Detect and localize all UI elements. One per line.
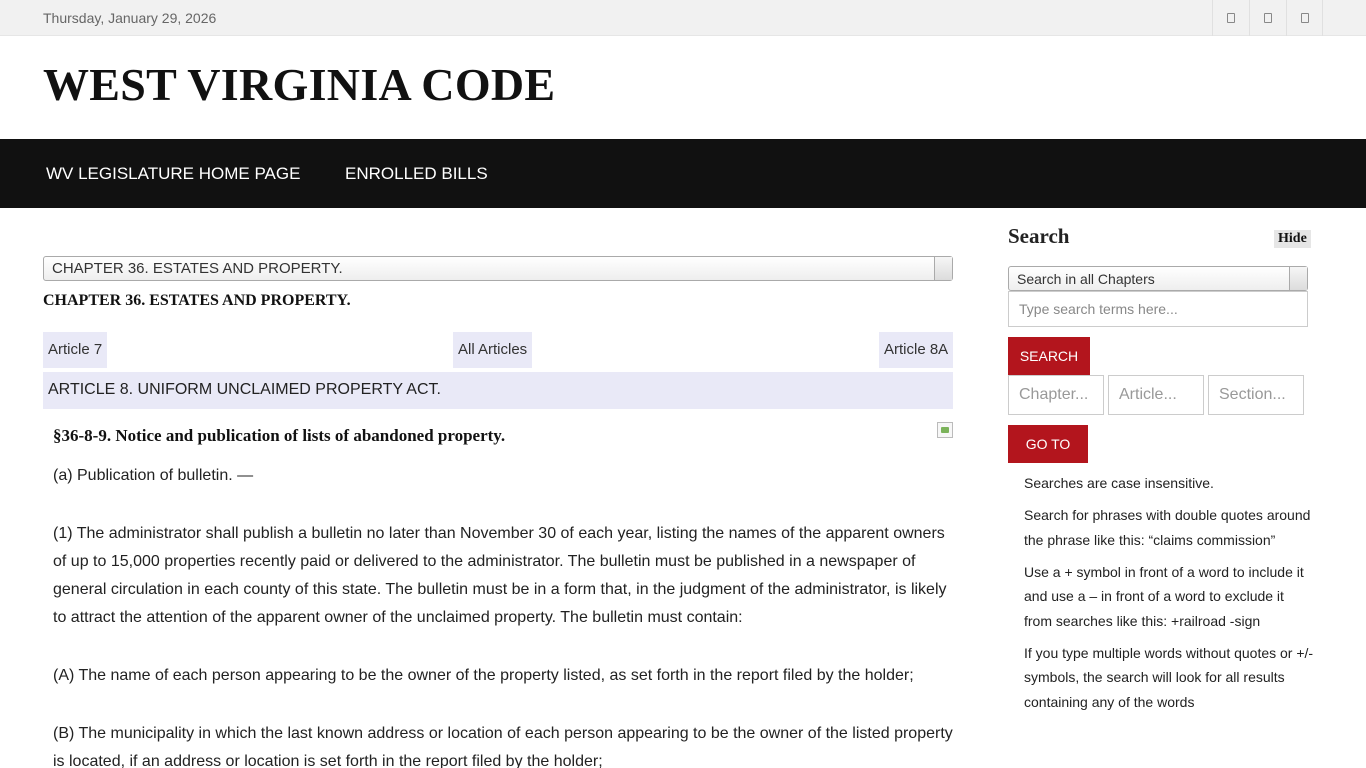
paragraph: (a) Publication of bulletin. — xyxy=(53,467,254,484)
search-tip: Use a + symbol in front of a word to inc… xyxy=(1024,563,1304,629)
next-article-link[interactable]: Article 8A xyxy=(879,332,954,368)
article-title-bar: ARTICLE 8. UNIFORM UNCLAIMED PROPERTY AC… xyxy=(43,372,953,409)
main-nav: WV LEGISLATURE HOME PAGE ENROLLED BILLS xyxy=(0,139,1366,208)
chapter-input[interactable] xyxy=(1008,375,1104,415)
all-articles-link[interactable]: All Articles xyxy=(453,332,533,368)
search-button[interactable]: SEARCH xyxy=(1008,337,1090,375)
social-icon-2[interactable] xyxy=(1249,0,1286,36)
social-glyph-icon xyxy=(1264,13,1272,23)
current-date: Thursday, January 29, 2026 xyxy=(43,10,217,26)
article-title: ARTICLE 8. UNIFORM UNCLAIMED PROPERTY AC… xyxy=(48,381,441,398)
hide-search-button[interactable]: Hide xyxy=(1274,230,1311,248)
section-title: §36-8-9. Notice and publication of lists… xyxy=(53,426,506,445)
search-tip: Searches are case insensitive. xyxy=(1024,475,1214,491)
chapter-select[interactable]: CHAPTER 36. ESTATES AND PROPERTY. xyxy=(43,256,953,281)
article-input[interactable] xyxy=(1108,375,1204,415)
chapter-select-value: CHAPTER 36. ESTATES AND PROPERTY. xyxy=(52,260,343,277)
search-scope-value: Search in all Chapters xyxy=(1017,271,1155,287)
goto-button[interactable]: GO TO xyxy=(1008,425,1088,463)
search-input[interactable] xyxy=(1008,291,1308,327)
social-glyph-icon xyxy=(1227,13,1235,23)
paragraph: (1) The administrator shall publish a bu… xyxy=(53,525,947,626)
section-input[interactable] xyxy=(1208,375,1304,415)
chapter-heading: CHAPTER 36. ESTATES AND PROPERTY. xyxy=(43,292,351,309)
section-body: (a) Publication of bulletin. — (1) The a… xyxy=(53,462,958,768)
dropdown-arrow-icon[interactable] xyxy=(934,257,952,280)
top-bar: Thursday, January 29, 2026 xyxy=(0,0,1366,36)
search-scope-select[interactable]: Search in all Chapters xyxy=(1008,266,1308,291)
broken-image-icon[interactable] xyxy=(937,422,953,438)
social-icon-3[interactable] xyxy=(1286,0,1323,36)
social-glyph-icon xyxy=(1300,13,1309,23)
paragraph: (B) The municipality in which the last k… xyxy=(53,725,953,768)
nav-enrolled-bills[interactable]: ENROLLED BILLS xyxy=(345,164,488,184)
social-icon-1[interactable] xyxy=(1212,0,1249,36)
site-title[interactable]: WEST VIRGINIA CODE xyxy=(43,58,555,111)
dropdown-arrow-icon[interactable] xyxy=(1289,267,1307,290)
nav-legislature-home[interactable]: WV LEGISLATURE HOME PAGE xyxy=(46,164,300,184)
search-tip: If you type multiple words without quote… xyxy=(1024,644,1314,710)
search-tip: Search for phrases with double quotes ar… xyxy=(1024,507,1311,548)
prev-article-link[interactable]: Article 7 xyxy=(43,332,108,368)
search-tips: Searches are case insensitive. Search fo… xyxy=(1024,471,1314,722)
paragraph: (A) The name of each person appearing to… xyxy=(53,667,914,684)
search-title: Search xyxy=(1008,224,1070,248)
